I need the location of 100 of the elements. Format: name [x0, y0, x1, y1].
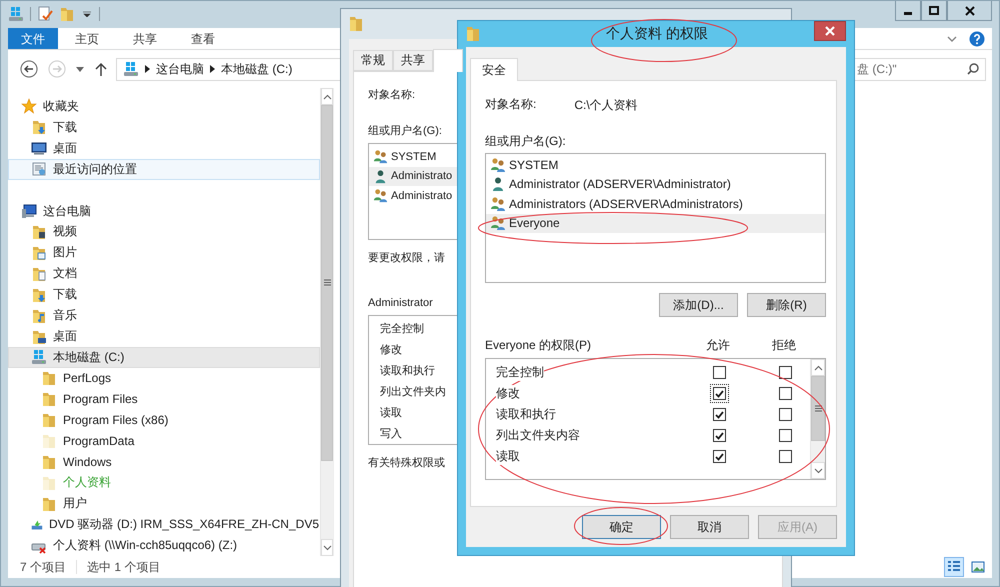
nav-item[interactable]: 用户: [8, 493, 320, 514]
drive-icon: [123, 61, 139, 77]
column-header: 拒绝: [772, 337, 796, 354]
folder-icon: [41, 474, 57, 491]
user-group-icon: [490, 215, 506, 232]
user-list-item[interactable]: Everyone: [486, 214, 825, 233]
permission-name: 读取: [379, 406, 403, 421]
minimize-icon: [904, 12, 912, 15]
status-text: 7 个项目: [20, 558, 66, 576]
help-icon: [969, 30, 985, 46]
document-folder-icon: [31, 266, 47, 282]
nav-item[interactable]: DVD 驱动器 (D:) IRM_SSS_X64FRE_ZH-CN_DV5: [8, 514, 320, 536]
hint-text: 要更改权限，请: [368, 251, 445, 265]
video-folder-icon: [31, 224, 47, 240]
nav-item[interactable]: 收藏夹: [8, 96, 320, 117]
nav-item[interactable]: 下载: [8, 116, 320, 138]
chevron-right-icon: [210, 65, 215, 73]
nav-item[interactable]: 桌面: [8, 326, 320, 347]
caret-icon: [76, 66, 84, 72]
details-view-icon: [947, 560, 961, 574]
nav-item[interactable]: Windows: [8, 452, 320, 472]
star-icon: [21, 98, 37, 114]
folder-icon: [41, 496, 57, 512]
status-text: 选中 1 个项目: [87, 558, 160, 576]
field-label: 组或用户名(G):: [485, 134, 566, 148]
scrollbar[interactable]: [810, 359, 825, 479]
checkbox[interactable]: [710, 384, 728, 403]
folder-icon: [349, 16, 363, 32]
nav-item[interactable]: 音乐: [8, 305, 320, 326]
user-icon: [490, 176, 506, 192]
user-list-item[interactable]: Administrato: [369, 166, 457, 186]
scroll-up-icon: [814, 364, 822, 370]
user-icon: [373, 168, 388, 184]
folder-icon: [41, 391, 57, 408]
folder-icon: [466, 26, 480, 42]
folder-icon: [41, 412, 57, 428]
nav-item[interactable]: 文档: [8, 263, 320, 284]
breadcrumb[interactable]: 这台电脑: [156, 60, 204, 78]
remove-button[interactable]: 删除(R): [747, 293, 826, 317]
permission-name: 完全控制: [379, 322, 425, 337]
close-button[interactable]: [947, 1, 992, 21]
folder-icon: [41, 370, 57, 386]
user-group-icon: [373, 149, 388, 164]
nav-item[interactable]: 个人资料 (\\Win-cch85uqqco6) (Z:): [8, 535, 320, 556]
large-icons-view-icon: [971, 560, 985, 574]
user-list-item[interactable]: Administrators (ADSERVER\Administrators): [486, 194, 825, 214]
permission-name: 读取和执行: [496, 406, 556, 423]
drive-icon: [8, 6, 24, 22]
nav-item[interactable]: 这台电脑: [8, 200, 320, 222]
nav-item[interactable]: 最近访问的位置: [8, 158, 320, 180]
user-list-item[interactable]: Administrator (ADSERVER\Administrator): [486, 174, 825, 194]
check-icon: [714, 390, 724, 398]
breadcrumb[interactable]: 本地磁盘 (C:): [221, 60, 292, 78]
nav-item[interactable]: 下载: [8, 284, 320, 306]
scrollbar[interactable]: [320, 88, 333, 556]
caret-icon: [83, 11, 91, 17]
nav-item[interactable]: 图片: [8, 242, 320, 264]
details-view-button[interactable]: [944, 557, 964, 577]
nav-item[interactable]: 视频: [8, 222, 320, 242]
nav-item[interactable]: 本地磁盘 (C:): [8, 346, 320, 368]
user-list-item[interactable]: SYSTEM: [486, 155, 825, 174]
nav-item[interactable]: ProgramData: [8, 430, 320, 452]
user-list-item[interactable]: Administrato: [369, 186, 457, 206]
hint-text: 有关特殊权限或: [368, 456, 445, 470]
nav-item[interactable]: Program Files (x86): [8, 410, 320, 431]
back-button[interactable]: [18, 58, 40, 80]
field-label: Administrator: [368, 296, 433, 310]
dialog-button[interactable]: 取消: [670, 515, 749, 539]
picture-folder-icon: [31, 244, 47, 261]
download-folder-icon: [31, 119, 47, 136]
field-label: 对象名称:: [368, 88, 416, 102]
tab[interactable]: 共享: [393, 50, 433, 71]
file-menu-button[interactable]: 文件: [8, 28, 58, 49]
desktop-folder-icon: [31, 328, 47, 345]
check-icon: [714, 410, 724, 418]
minimize-button[interactable]: [895, 1, 921, 21]
permission-name: 修改: [379, 343, 403, 358]
tab[interactable]: 安全: [470, 58, 518, 81]
tab[interactable]: 常规: [353, 50, 393, 71]
permission-name: 列出文件夹内: [379, 384, 447, 400]
maximize-button[interactable]: [921, 1, 947, 21]
permission-name: 读取: [496, 448, 520, 465]
search-field[interactable]: 盘 (C:)": [852, 58, 986, 80]
nav-item[interactable]: PerfLogs: [8, 368, 320, 389]
close-button[interactable]: [814, 21, 846, 41]
up-arrow-icon: [95, 62, 107, 76]
chevron-right-icon: [145, 65, 150, 73]
nav-item[interactable]: Program Files: [8, 388, 320, 410]
music-folder-icon: [31, 308, 47, 324]
scroll-down-icon: [814, 468, 822, 474]
add-button[interactable]: 添加(D)...: [659, 293, 738, 317]
permission-name: 完全控制: [496, 364, 544, 381]
folder-icon: [41, 433, 57, 450]
user-list-item[interactable]: SYSTEM: [369, 147, 457, 166]
check-icon: [714, 452, 724, 460]
forward-icon: [48, 60, 66, 78]
computer-icon: [21, 203, 37, 220]
nav-item[interactable]: 桌面: [8, 138, 320, 159]
ok-button[interactable]: 确定: [582, 515, 661, 539]
scroll-down-icon: [322, 544, 332, 550]
